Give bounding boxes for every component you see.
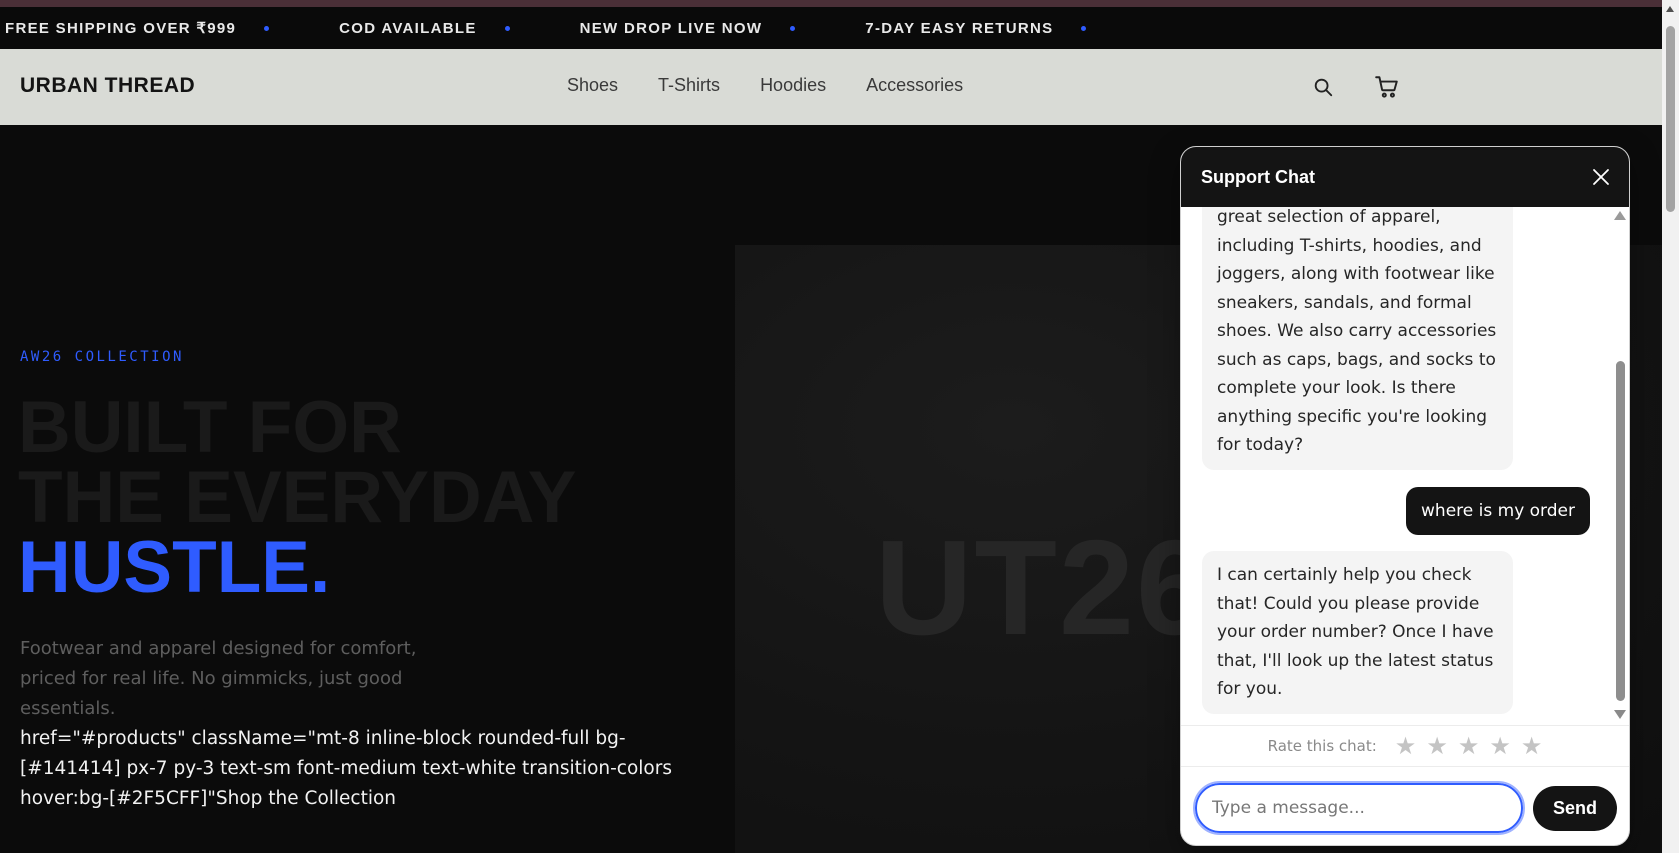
- user-message: where is my order: [1406, 487, 1590, 535]
- rate-label: Rate this chat:: [1267, 737, 1377, 755]
- nav-link-tshirts[interactable]: T-Shirts: [658, 75, 720, 96]
- chat-input-row: Send: [1193, 781, 1617, 835]
- ticker-text: FREE SHIPPING OVER ₹999: [5, 20, 237, 37]
- top-strip: [0, 0, 1662, 7]
- star-icon-4[interactable]: ★: [1489, 734, 1511, 758]
- ticker-dot: [504, 25, 510, 31]
- ticker-text: COD AVAILABLE: [339, 19, 477, 37]
- hero-raw-link-text: href="#products" className="mt-8 inline-…: [20, 728, 672, 809]
- chat-message-input[interactable]: [1193, 781, 1525, 835]
- chat-header: Support Chat: [1181, 147, 1629, 207]
- star-icon-1[interactable]: ★: [1395, 734, 1417, 758]
- support-chat-widget: Support Chat great selection of apparel,…: [1180, 146, 1630, 846]
- page-scrollbar[interactable]: [1662, 0, 1679, 853]
- close-icon[interactable]: [1591, 167, 1611, 187]
- headline-accent: HUSTLE.: [18, 527, 331, 608]
- nav-link-hoodies[interactable]: Hoodies: [760, 75, 826, 96]
- bot-message: I can certainly help you check that! Cou…: [1202, 551, 1513, 714]
- scroll-up-arrow[interactable]: [1614, 211, 1626, 220]
- hero-eyebrow: AW26 COLLECTION: [20, 349, 184, 365]
- chat-title: Support Chat: [1201, 166, 1315, 187]
- hero-description: Footwear and apparel designed for comfor…: [20, 638, 417, 719]
- ticker-text: NEW DROP LIVE NOW: [579, 19, 763, 37]
- search-icon[interactable]: [1310, 74, 1336, 100]
- ticker-item: 7-DAY EASY RETURNS: [865, 20, 1156, 37]
- site-header: URBAN THREAD Shoes T-Shirts Hoodies Acce…: [0, 49, 1662, 125]
- page: FREE SHIPPING OVER ₹999 COD AVAILABLE NE…: [0, 0, 1679, 853]
- chat-scrollbar[interactable]: [1614, 211, 1626, 719]
- hero-headline: BUILT FOR THE EVERYDAY HUSTLE.: [18, 387, 577, 608]
- main-nav: Shoes T-Shirts Hoodies Accessories: [567, 75, 963, 96]
- star-icon-2[interactable]: ★: [1426, 734, 1448, 758]
- nav-link-shoes[interactable]: Shoes: [567, 75, 618, 96]
- ticker-item: COD AVAILABLE: [339, 20, 579, 37]
- chat-messages: great selection of apparel, including T-…: [1181, 207, 1629, 722]
- site-logo[interactable]: URBAN THREAD: [20, 74, 195, 98]
- ticker-text: 7-DAY EASY RETURNS: [865, 19, 1054, 37]
- cart-icon[interactable]: [1374, 74, 1400, 100]
- scroll-thumb[interactable]: [1666, 26, 1675, 212]
- star-icon-3[interactable]: ★: [1458, 734, 1480, 758]
- scroll-thumb[interactable]: [1616, 361, 1625, 701]
- nav-link-accessories[interactable]: Accessories: [866, 75, 963, 96]
- bot-message: great selection of apparel, including T-…: [1202, 207, 1513, 470]
- rate-chat-row: Rate this chat: ★ ★ ★ ★ ★: [1181, 725, 1629, 767]
- scroll-down-arrow[interactable]: [1614, 710, 1626, 719]
- ticker-item: FREE SHIPPING OVER ₹999: [5, 19, 339, 37]
- ticker-dot: [790, 25, 796, 31]
- hero-watermark: UT26: [875, 512, 1214, 663]
- send-button[interactable]: Send: [1533, 786, 1617, 831]
- ticker-item: NEW DROP LIVE NOW: [580, 20, 866, 37]
- ticker-dot: [1081, 25, 1087, 31]
- headline-line-1: BUILT FOR: [18, 387, 402, 468]
- headline-line-2: THE EVERYDAY: [18, 457, 577, 538]
- announcement-ticker: FREE SHIPPING OVER ₹999 COD AVAILABLE NE…: [0, 7, 1662, 49]
- scroll-up-arrow[interactable]: [1666, 6, 1674, 12]
- ticker-dot: [264, 25, 270, 31]
- star-icon-5[interactable]: ★: [1521, 734, 1543, 758]
